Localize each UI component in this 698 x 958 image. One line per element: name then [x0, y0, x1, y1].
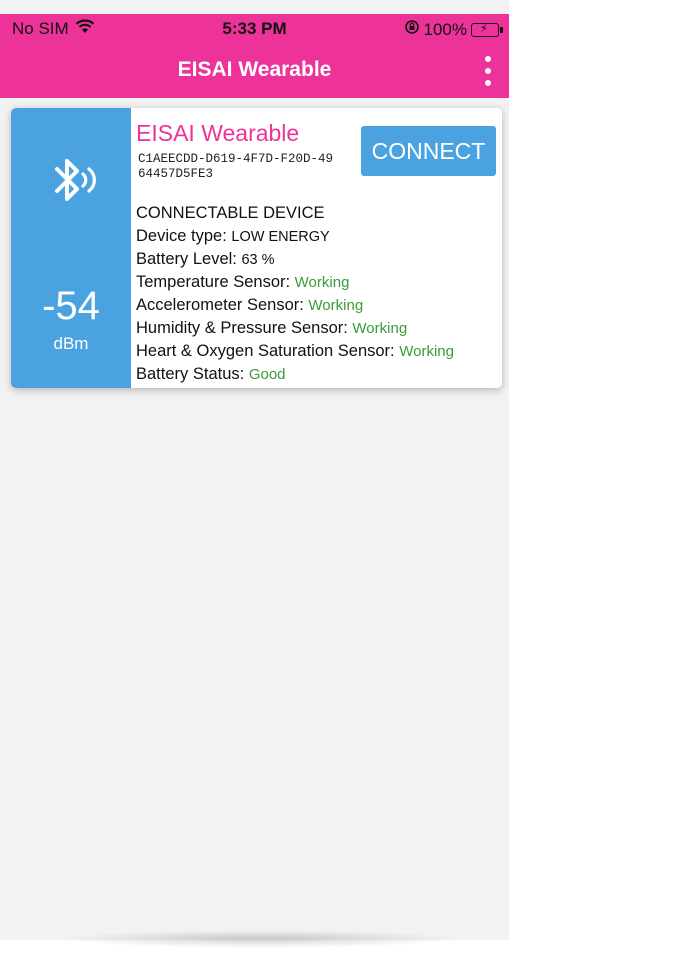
battery-percent: 100% [423, 19, 467, 39]
battery-level-row: Battery Level: 63 % [136, 248, 454, 271]
sensor-row-accelerometer: Accelerometer Sensor: Working [136, 294, 454, 317]
device-shadow [60, 930, 460, 948]
sensor-status: Working [352, 320, 408, 337]
more-vertical-icon[interactable] [481, 56, 495, 86]
sensor-label: Humidity & Pressure Sensor: [136, 319, 348, 337]
sensor-status: Working [308, 297, 364, 314]
connect-button[interactable]: CONNECT [361, 126, 496, 176]
app-title: EISAI Wearable [177, 58, 332, 81]
sensor-label: Battery Status: [136, 365, 245, 383]
signal-panel: -54 dBm [11, 108, 131, 388]
battery-level-label: Battery Level: [136, 250, 237, 268]
connectable-status: CONNECTABLE DEVICE [136, 204, 325, 222]
sensor-row-battery-status: Battery Status: Good [136, 363, 454, 386]
device-type-value: LOW ENERGY [231, 229, 330, 245]
device-uuid: C1AEECDD-D619-4F7D-F20D-4964457D5FE3 [138, 152, 334, 181]
device-type-label: Device type: [136, 227, 227, 245]
status-right: 100% ⚡ [404, 19, 503, 40]
phone-screen: No SIM 5:33 PM 100% ⚡ EISAI Wearable -54… [0, 0, 509, 940]
sensor-status: Good [248, 366, 286, 383]
app-bar: EISAI Wearable [0, 44, 509, 98]
sensor-row-temperature: Temperature Sensor: Working [136, 271, 454, 294]
sensor-status: Working [399, 343, 454, 360]
sensor-status: Working [294, 274, 350, 291]
device-type-row: Device type: LOW ENERGY [136, 225, 454, 248]
sensor-label: Heart & Oxygen Saturation Sensor: [136, 342, 395, 360]
sensor-row-humidity-pressure: Humidity & Pressure Sensor: Working [136, 317, 454, 340]
device-name: EISAI Wearable [136, 120, 300, 146]
rssi-value: -54 [42, 284, 100, 328]
sensor-label: Accelerometer Sensor: [136, 296, 304, 314]
device-info-list: CONNECTABLE DEVICE Device type: LOW ENER… [136, 202, 454, 386]
sensor-row-heart-oxygen: Heart & Oxygen Saturation Sensor: Workin… [136, 340, 454, 363]
status-bar: No SIM 5:33 PM 100% ⚡ [0, 14, 509, 44]
battery-charging-icon: ⚡ [471, 22, 503, 37]
battery-level-value: 63 % [241, 252, 275, 268]
orientation-lock-icon [404, 19, 420, 40]
device-card[interactable]: -54 dBm EISAI Wearable C1AEECDD-D619-4F7… [11, 108, 502, 388]
sensor-label: Temperature Sensor: [136, 273, 291, 291]
bluetooth-signal-icon [45, 152, 101, 213]
device-details: EISAI Wearable C1AEECDD-D619-4F7D-F20D-4… [136, 108, 502, 388]
rssi-unit: dBm [53, 334, 89, 353]
